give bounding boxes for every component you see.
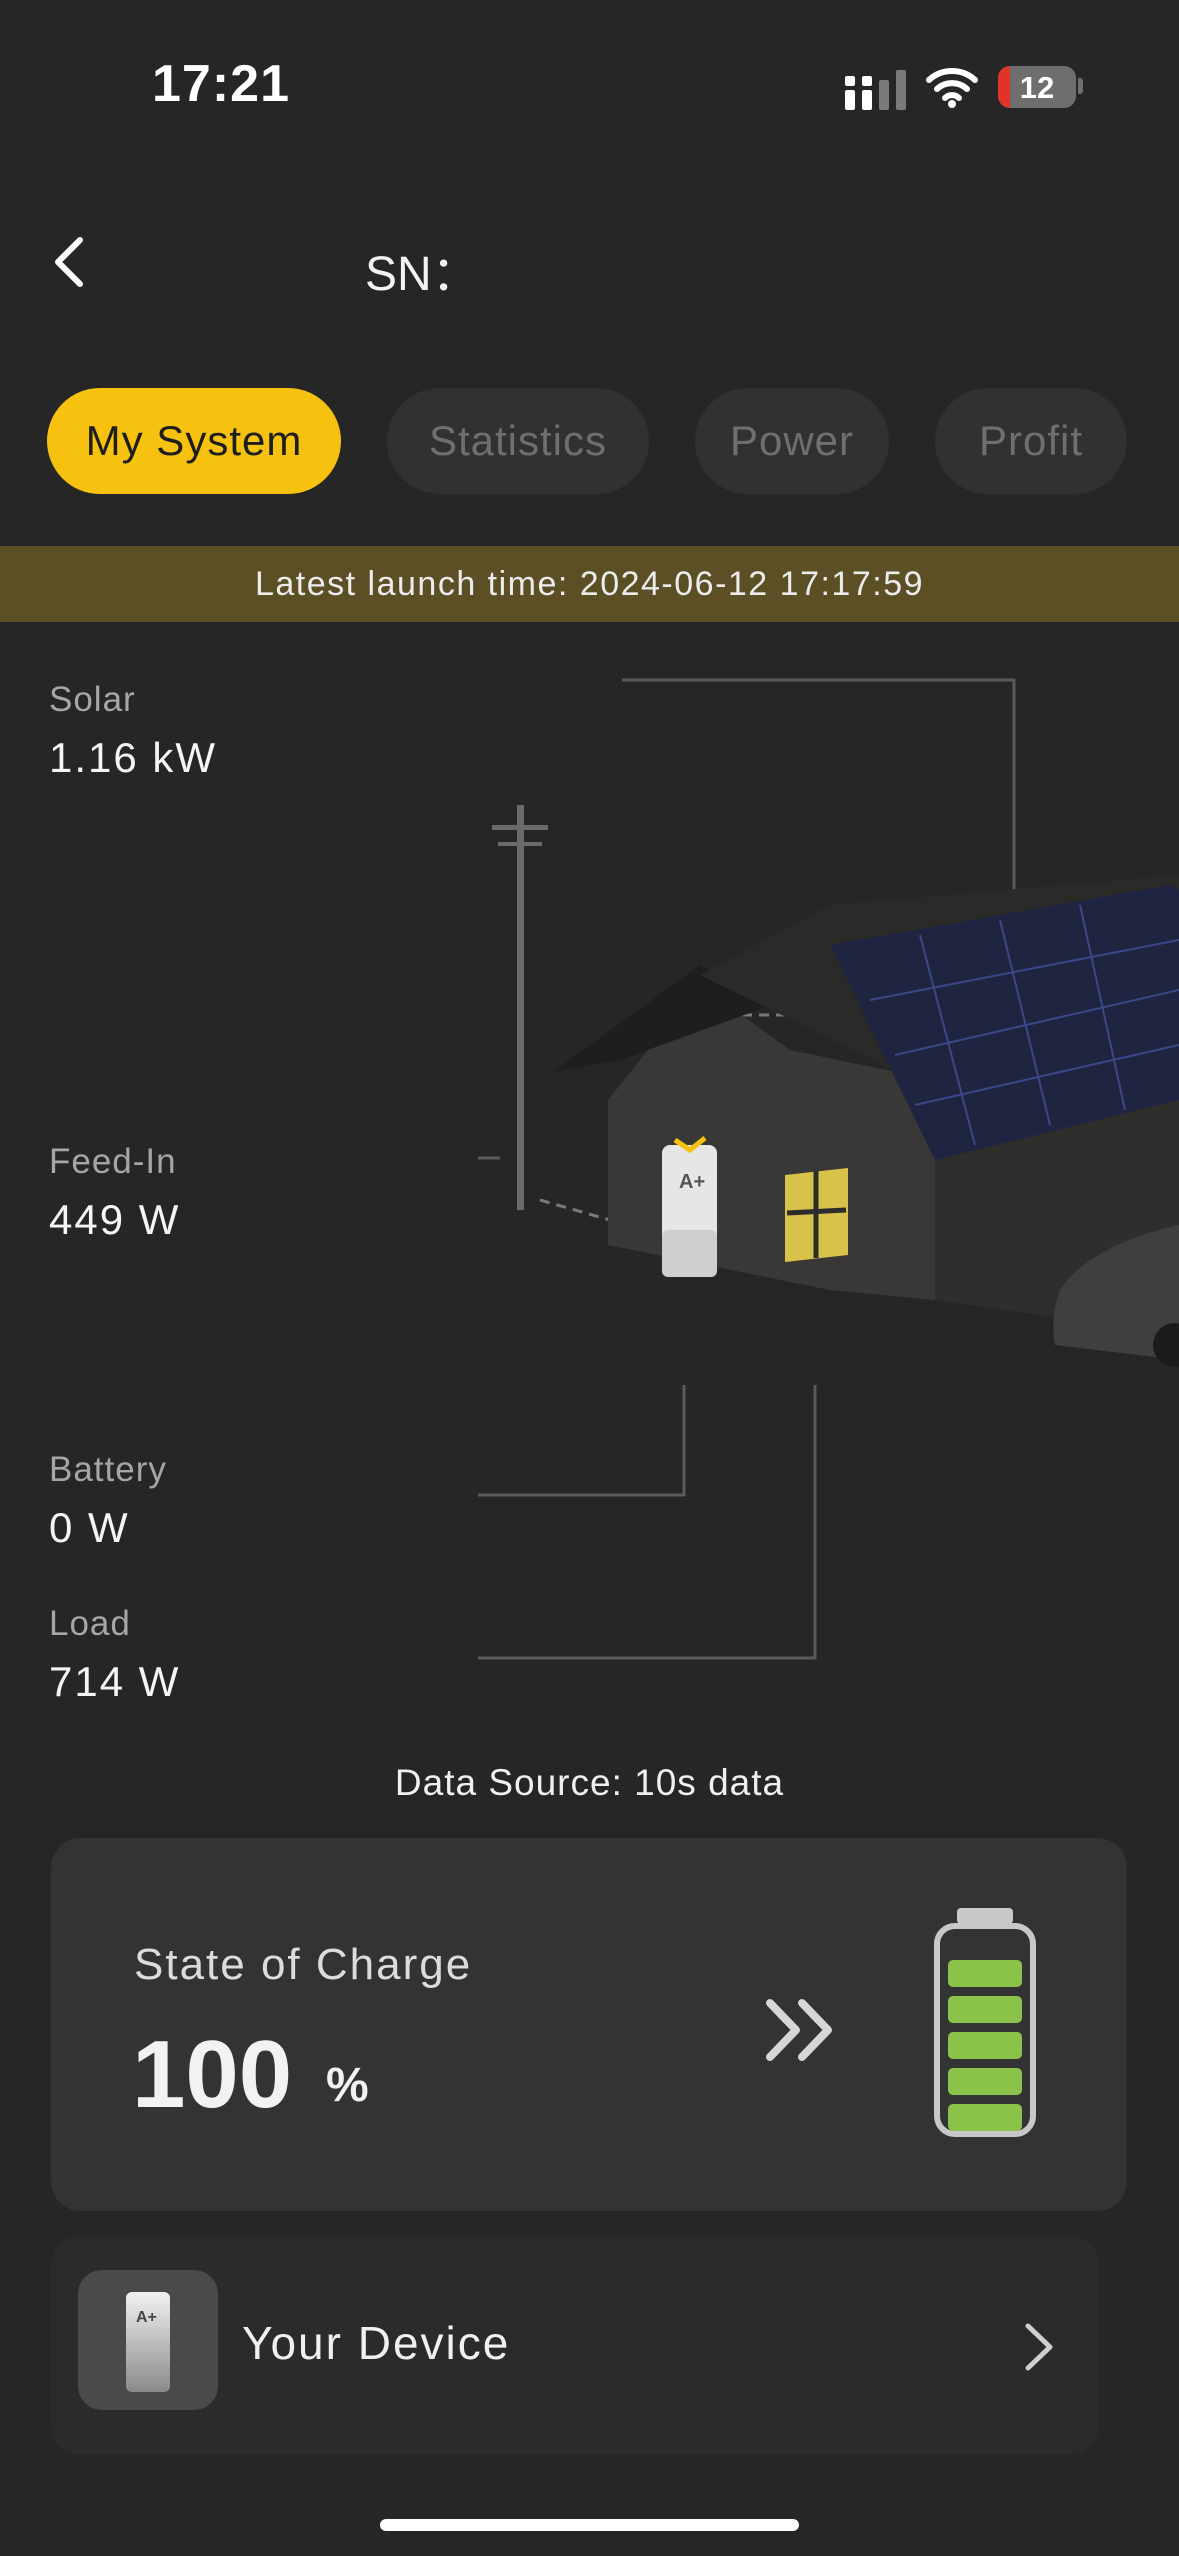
load-value: 714 W (49, 1658, 181, 1705)
tab-profit[interactable]: Profit (935, 388, 1127, 494)
battery-value: 0 W (49, 1504, 130, 1551)
load-label: Load (49, 1604, 131, 1643)
energy-flow-diagram: A+ (478, 678, 1179, 1660)
storage-unit-icon: A+ (662, 1136, 717, 1277)
soc-value: 100 (132, 2021, 293, 2128)
battery-cell (948, 2104, 1022, 2131)
your-device-label: Your Device (242, 2317, 511, 2369)
double-chevron-icon (766, 1999, 832, 2061)
battery-nub (1078, 78, 1083, 94)
status-time: 17:21 (152, 55, 290, 113)
launch-time-banner: Latest launch time: 2024-06-12 17:17:59 (0, 546, 1179, 622)
battery-level: 12 (1019, 70, 1055, 105)
chevron-right-icon[interactable] (1022, 2320, 1056, 2374)
home-indicator[interactable] (380, 2519, 799, 2531)
energy-storage-device-icon: A+ (78, 2270, 218, 2410)
battery-cell (948, 2068, 1022, 2095)
utility-pole-icon (492, 805, 548, 1210)
feed-in-label: Feed-In (49, 1142, 177, 1181)
wifi-icon (926, 68, 978, 108)
soc-label: State of Charge (134, 1940, 473, 1989)
signal-icon (845, 70, 906, 110)
battery-cell (948, 1960, 1022, 1987)
feed-in-value: 449 W (49, 1196, 181, 1243)
battery-status-icon: 12 (998, 66, 1076, 108)
data-source-text: Data Source: 10s data (394, 1762, 785, 1803)
page-title: SN： (365, 248, 480, 301)
tab-my-system[interactable]: My System (47, 388, 341, 494)
svg-text:A+: A+ (136, 2309, 157, 2326)
chevron-left-icon[interactable] (48, 232, 92, 292)
solar-value: 1.16 kW (49, 734, 218, 781)
battery-cell (948, 1996, 1022, 2023)
battery-cell (948, 2032, 1022, 2059)
battery-label: Battery (49, 1450, 167, 1489)
svg-text:A+: A+ (679, 1171, 705, 1193)
tab-power[interactable]: Power (695, 388, 889, 494)
tab-statistics[interactable]: Statistics (387, 388, 649, 494)
battery-icon (934, 1908, 1036, 2137)
soc-unit: % (326, 2059, 369, 2112)
solar-label: Solar (49, 680, 136, 719)
